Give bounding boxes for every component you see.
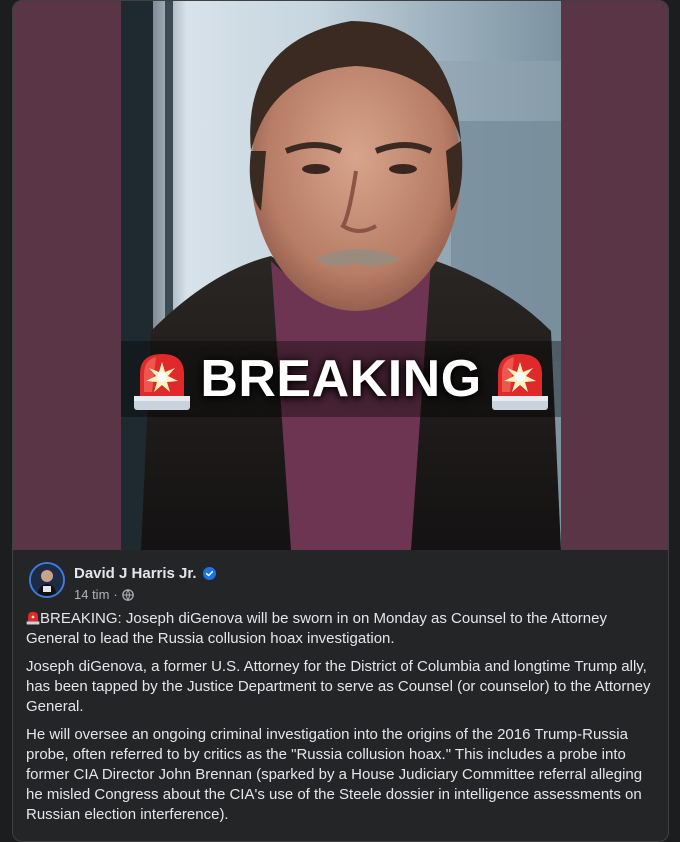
police-siren-icon [134, 354, 191, 410]
post-header: David J Harris Jr. 14 tim · [13, 551, 668, 607]
post-card: BREAKING David J Harris Jr. 14 tim · BRE… [12, 0, 669, 842]
police-siren-icon [26, 611, 40, 625]
meta-separator: · [113, 587, 118, 602]
post-timestamp[interactable]: 14 tim [74, 587, 109, 602]
police-siren-icon [491, 354, 548, 410]
post-image[interactable]: BREAKING [13, 1, 668, 550]
photo [121, 1, 561, 550]
paragraph-text: BREAKING: Joseph diGenova will be sworn … [26, 610, 607, 647]
globe-icon[interactable] [121, 588, 134, 601]
post-paragraph: He will oversee an ongoing criminal inve… [26, 726, 643, 823]
post-paragraph: BREAKING: Joseph diGenova will be sworn … [26, 609, 656, 649]
avatar[interactable] [29, 562, 65, 598]
verified-badge-icon [203, 567, 216, 580]
breaking-text: BREAKING [200, 350, 482, 408]
breaking-banner: BREAKING [121, 343, 561, 415]
author-name[interactable]: David J Harris Jr. [74, 565, 197, 582]
post-paragraph: Joseph diGenova, a former U.S. Attorney … [26, 658, 651, 715]
post-meta: 14 tim · [74, 587, 134, 602]
post-text: BREAKING: Joseph diGenova will be sworn … [26, 609, 656, 833]
